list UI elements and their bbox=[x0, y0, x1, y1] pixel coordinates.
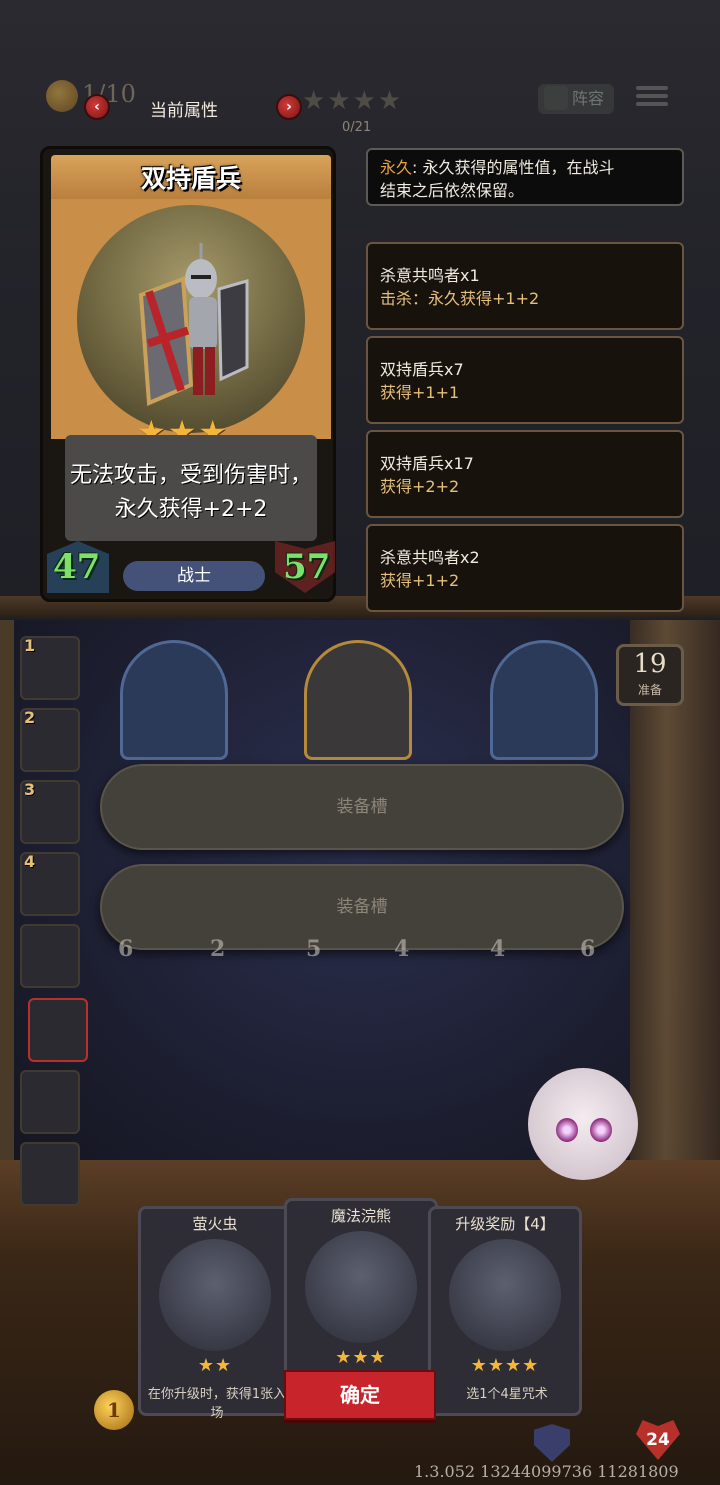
progress-counter: 0/21 bbox=[342, 120, 372, 135]
reward-card-stars: ★★ bbox=[197, 1355, 233, 1376]
mascot-character[interactable] bbox=[528, 1068, 638, 1180]
team-button[interactable]: 阵容 bbox=[538, 84, 614, 114]
slot-number: 4 bbox=[24, 852, 36, 871]
source-bonus: 获得+2+2 bbox=[380, 477, 460, 496]
info-panel-keyword: 永久: 永久获得的属性值，在战斗 结束之后依然保留。 bbox=[366, 148, 684, 206]
info-line: 永久: 永久获得的属性值，在战斗 bbox=[380, 156, 615, 179]
chevron-right-icon: › bbox=[286, 99, 292, 115]
party-slot[interactable]: 1 bbox=[20, 636, 80, 700]
source-title: 杀意共鸣者x1 bbox=[380, 266, 480, 285]
knight-illustration bbox=[138, 243, 249, 406]
party-slot[interactable] bbox=[20, 924, 80, 988]
menu-icon[interactable] bbox=[636, 82, 668, 112]
board-unit-frog[interactable] bbox=[120, 640, 228, 760]
reward-card-upgrade[interactable]: 升级奖励【4】 ★★★★ 选1个4星咒术 bbox=[428, 1206, 582, 1416]
reward-card-desc: 在你升级时，获得1张入场 bbox=[147, 1387, 287, 1421]
info-panel-source: 双持盾兵x7 获得+1+1 bbox=[366, 336, 684, 424]
info-panel-source: 双持盾兵x17 获得+2+2 bbox=[366, 430, 684, 518]
reward-card-stars: ★★★★ bbox=[470, 1355, 540, 1376]
unit-stat: 5 bbox=[306, 936, 322, 962]
slot-number: 3 bbox=[24, 780, 36, 799]
confirm-button[interactable]: 确定 bbox=[284, 1370, 436, 1420]
prev-button[interactable]: ‹ bbox=[84, 94, 110, 120]
unit-stat: 4 bbox=[394, 936, 410, 962]
mascot-eye bbox=[590, 1118, 612, 1142]
party-slot[interactable]: 2 bbox=[20, 708, 80, 772]
reward-card-firefly[interactable]: 萤火虫 ★★ 在你升级时，获得1张入场 bbox=[138, 1206, 292, 1421]
coin-icon bbox=[46, 80, 78, 112]
unit-card: 双持盾兵 ★★★ 无法攻击，受到伤害时，永久获得+2+2 47 57 战士 bbox=[40, 146, 336, 602]
board-unit-hooded[interactable] bbox=[490, 640, 598, 760]
board-unit-knight[interactable] bbox=[304, 640, 412, 760]
info-panel-source: 杀意共鸣者x1 击杀：永久获得+1+2 bbox=[366, 242, 684, 330]
card-name: 双持盾兵 bbox=[140, 164, 241, 193]
coin-counter-bottom[interactable]: 1 bbox=[94, 1390, 134, 1430]
chevron-left-icon: ‹ bbox=[94, 99, 100, 115]
team-label: 阵容 bbox=[572, 89, 605, 108]
party-slot-active[interactable] bbox=[28, 998, 88, 1062]
reward-card-art bbox=[305, 1231, 417, 1343]
unit-stat: 6 bbox=[580, 936, 596, 962]
unit-stat: 4 bbox=[490, 936, 506, 962]
class-badge: 战士 bbox=[123, 561, 265, 591]
party-slot[interactable]: 4 bbox=[20, 852, 80, 916]
source-title: 杀意共鸣者x2 bbox=[380, 548, 480, 567]
party-slot[interactable]: 3 bbox=[20, 780, 80, 844]
ready-label: 准备 bbox=[637, 683, 662, 697]
source-title: 双持盾兵x7 bbox=[380, 360, 464, 379]
reward-card-art bbox=[159, 1239, 271, 1351]
card-portrait bbox=[77, 205, 305, 433]
equip-slot-1[interactable]: 装备槽 bbox=[100, 764, 624, 850]
reward-card-title: 萤火虫 bbox=[192, 1215, 238, 1233]
attributes-title: 当前属性 bbox=[150, 101, 218, 121]
card-description: 无法攻击，受到伤害时，永久获得+2+2 bbox=[69, 463, 312, 522]
reward-card-title: 升级奖励【4】 bbox=[455, 1215, 555, 1233]
party-slot[interactable] bbox=[20, 1142, 80, 1206]
unit-stat: 2 bbox=[210, 936, 226, 962]
source-bonus: 获得+1+1 bbox=[380, 383, 460, 402]
slot-number: 2 bbox=[24, 708, 36, 727]
keyword-text: : 永久获得的属性值，在战斗 bbox=[412, 158, 615, 177]
health-value: 57 bbox=[283, 547, 331, 587]
rank-stars: ★★★★ bbox=[302, 86, 404, 116]
reward-card-desc: 选1个4星咒术 bbox=[466, 1387, 548, 1402]
info-line: 结束之后依然保留。 bbox=[380, 181, 525, 200]
keyword-tag: 永久 bbox=[380, 158, 413, 177]
unit-stat: 6 bbox=[118, 936, 134, 962]
source-title: 双持盾兵x17 bbox=[380, 454, 474, 473]
equip-slot-2[interactable]: 装备槽 bbox=[100, 864, 624, 950]
version-text: 1.3.052 13244099736 11281809 bbox=[414, 1462, 679, 1481]
attack-value: 47 bbox=[53, 547, 101, 587]
slot-number: 1 bbox=[24, 636, 36, 655]
info-panel-source: 杀意共鸣者x2 获得+1+2 bbox=[366, 524, 684, 612]
mascot-eye bbox=[556, 1118, 578, 1142]
next-button[interactable]: › bbox=[276, 94, 302, 120]
source-bonus: 获得+1+2 bbox=[380, 571, 460, 590]
party-slot[interactable] bbox=[20, 1070, 80, 1134]
ready-counter: 19 准备 bbox=[616, 644, 684, 706]
reward-card-title: 魔法浣熊 bbox=[330, 1207, 391, 1225]
left-pillar bbox=[0, 620, 14, 1180]
ready-count: 19 bbox=[633, 649, 667, 679]
reward-card-art bbox=[449, 1239, 561, 1351]
reward-card-stars: ★★★ bbox=[335, 1347, 387, 1368]
source-bonus: 击杀：永久获得+1+2 bbox=[380, 289, 540, 308]
